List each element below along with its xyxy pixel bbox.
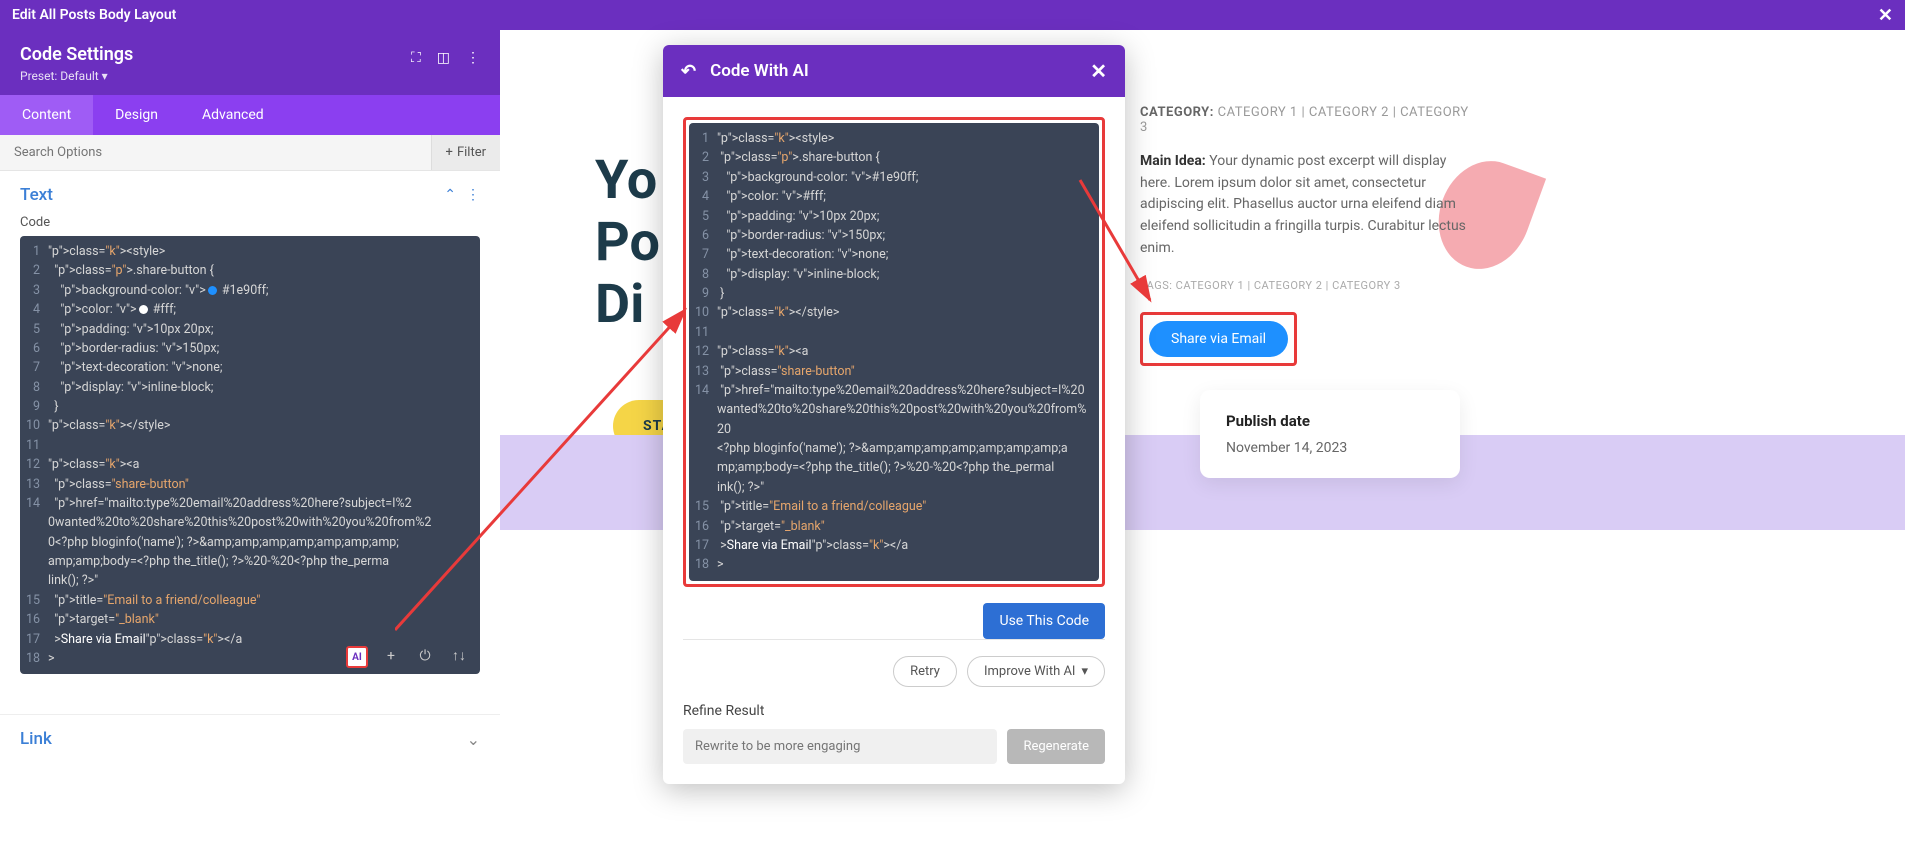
use-code-button[interactable]: Use This Code xyxy=(983,603,1105,639)
close-icon[interactable]: ✕ xyxy=(1878,5,1893,26)
tab-content[interactable]: Content xyxy=(0,95,93,135)
settings-panel: Code Settings Preset: Default ▾ ⛶ ◫ ⋮ Co… xyxy=(0,30,500,763)
section-title[interactable]: Text xyxy=(20,185,53,205)
more-icon[interactable]: ⋮ xyxy=(466,50,480,66)
code-editor[interactable]: 1"p">class="k"><style>2 "p">class="p">.s… xyxy=(20,236,480,674)
tags-line: TAGS: CATEGORY 1 | CATEGORY 2 | CATEGORY… xyxy=(1140,279,1480,292)
share-email-button[interactable]: Share via Email xyxy=(1149,321,1288,357)
ai-button[interactable]: AI xyxy=(346,646,368,668)
modal-title: Code With AI xyxy=(710,61,809,81)
section-more-icon[interactable]: ⋮ xyxy=(466,187,480,203)
link-title: Link xyxy=(20,729,52,749)
power-icon[interactable]: ⏻ xyxy=(414,646,436,668)
link-section[interactable]: Link ⌄ xyxy=(0,714,500,763)
meta-column: CATEGORY: CATEGORY 1 | CATEGORY 2 | CATE… xyxy=(1140,105,1480,396)
regenerate-button[interactable]: Regenerate xyxy=(1007,729,1105,764)
page-title: Edit All Posts Body Layout xyxy=(12,7,176,23)
panel-icon[interactable]: ◫ xyxy=(437,50,450,66)
expand-icon[interactable]: ⛶ xyxy=(411,50,421,66)
back-icon[interactable]: ↶ xyxy=(681,61,696,82)
hero-title: Yo Po Di xyxy=(595,150,660,336)
search-bar: + Filter xyxy=(0,135,500,171)
tab-advanced[interactable]: Advanced xyxy=(180,95,286,135)
collapse-icon[interactable]: ⌃ xyxy=(444,187,456,203)
retry-button[interactable]: Retry xyxy=(893,656,957,687)
settings-title: Code Settings xyxy=(20,44,133,65)
code-label: Code xyxy=(20,215,480,230)
filter-button[interactable]: + Filter xyxy=(431,135,500,170)
sort-icon[interactable]: ↑↓ xyxy=(448,646,470,668)
refine-label: Refine Result xyxy=(683,703,1105,719)
modal-header: ↶ Code With AI ✕ xyxy=(663,45,1125,97)
add-icon[interactable]: + xyxy=(380,646,402,668)
modal-code-editor[interactable]: 1"p">class="k"><style>2 "p">class="p">.s… xyxy=(689,123,1099,581)
code-ai-modal: ↶ Code With AI ✕ 1"p">class="k"><style>2… xyxy=(663,45,1125,784)
improve-button[interactable]: Improve With AI ▾ xyxy=(967,656,1105,687)
tab-design[interactable]: Design xyxy=(93,95,180,135)
title-bar: Edit All Posts Body Layout ✕ xyxy=(0,0,1905,30)
settings-header: Code Settings Preset: Default ▾ ⛶ ◫ ⋮ xyxy=(0,30,500,95)
publish-date: November 14, 2023 xyxy=(1226,440,1434,456)
settings-tabs: Content Design Advanced xyxy=(0,95,500,135)
text-section: Text ⌃ ⋮ Code 1"p">class="k"><style>2 "p… xyxy=(0,171,500,684)
refine-input[interactable] xyxy=(683,729,997,764)
search-input[interactable] xyxy=(0,135,431,170)
preset-row[interactable]: Preset: Default ▾ xyxy=(20,69,133,83)
modal-close-icon[interactable]: ✕ xyxy=(1090,59,1107,83)
publish-title: Publish date xyxy=(1226,412,1434,430)
publish-card: Publish date November 14, 2023 xyxy=(1200,390,1460,478)
share-highlight: Share via Email xyxy=(1140,312,1297,366)
code-toolbar: AI + ⏻ ↑↓ xyxy=(346,646,470,668)
chevron-down-icon: ⌄ xyxy=(467,730,480,749)
modal-code-highlight: 1"p">class="k"><style>2 "p">class="p">.s… xyxy=(683,117,1105,587)
